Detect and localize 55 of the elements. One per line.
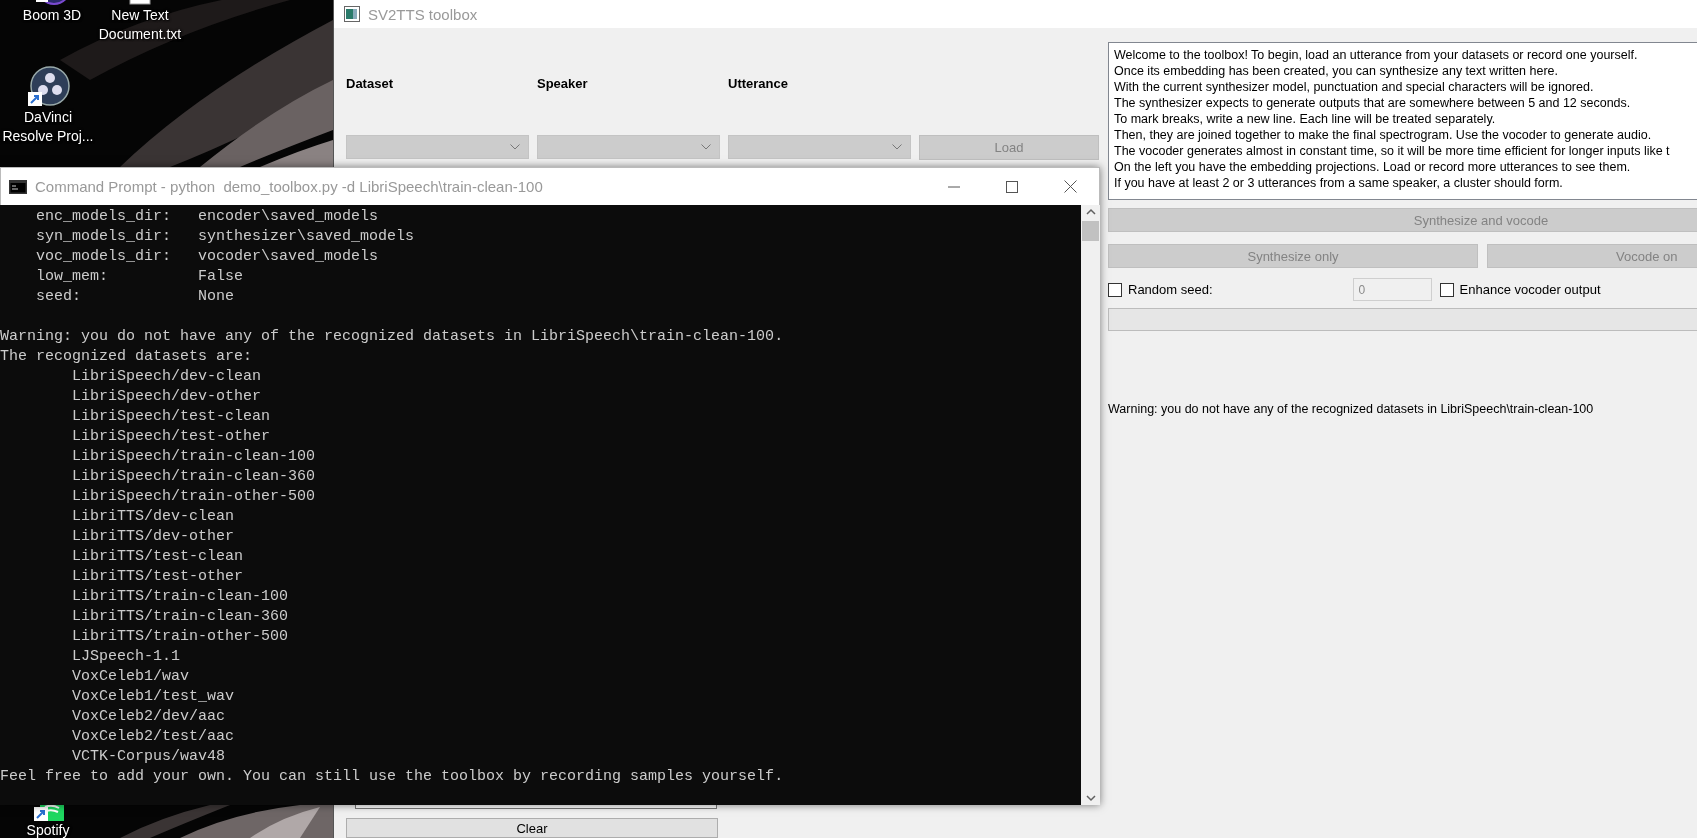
console-text: low_mem: [36,268,108,285]
window-title: Command Prompt - python demo_toolbox.py -d LibriSpeech\train-clean-100 [35,178,543,195]
console-text: VoxCeleb1/wav [72,667,190,687]
console-text: False [198,267,244,287]
console-text: LibriTTS/train-other-500 [72,627,289,647]
text-line: Welcome to the toolbox! To begin, load an utterance from your datasets or record one yourself. [1114,47,1638,63]
console-text: LibriSpeech/dev-other [72,387,262,407]
text-line: The vocoder generates almost in constant time, so it will be more time efficient for longer inputs like t [1114,143,1670,159]
text-line: On the left you have the embedding projections. Load or record more utterances to see them. [1114,159,1631,175]
field-label: Dataset [346,76,393,91]
console-text: LibriTTS/train-clean-360 [72,607,289,627]
text-line: Then, they are joined together to make the final spectrogram. Use the vocoder to generate audio. [1114,127,1652,143]
clear-button[interactable]: Clear [346,818,718,838]
console-text: The recognized datasets are: [0,347,253,367]
console-text: LibriTTS/dev-clean [72,507,235,527]
field-label: Utterance [728,76,788,91]
console-text: LibriSpeech/train-other-500 [72,487,316,507]
console-text: voc_models_dir: [36,248,172,265]
console-text: None [198,287,235,307]
console-text: Warning: you do not have any of the recognized datasets in LibriSpeech\train-clean-100. [0,327,784,347]
icon-label[interactable]: DaVinci Resolve Proj... [0,108,96,146]
console-text: syn_models_dir: [36,228,172,245]
console-text: encoder\saved_models [198,207,379,227]
console-text: enc_models_dir: [36,208,172,225]
checkbox-label: Random seed: [1128,282,1213,297]
status-message: Warning: you do not have any of the recognized datasets in LibriSpeech\train-clean-100 [1108,402,1594,416]
icon-label[interactable]: New Text Document.txt [92,6,188,44]
text-line: To mark breaks, write a new line. Each line will be treated separately. [1114,111,1496,127]
console-text: LibriSpeech/test-other [72,427,271,447]
console-text: VoxCeleb1/test_wav [72,687,235,707]
console-text: LibriSpeech/test-clean [72,407,271,427]
text-line: With the current synthesizer model, punctuation and special characters will be ignored. [1114,79,1594,95]
console-text: LibriSpeech/train-clean-100 [72,447,316,467]
console-text: LibriTTS/test-clean [72,547,244,567]
console-text: vocoder\saved_models [198,247,379,267]
console-text: LJSpeech-1.1 [72,647,181,667]
window-title: SV2TTS toolbox [368,5,478,23]
icon-label[interactable]: Boom 3D [22,6,82,25]
console-text: VoxCeleb2/test/aac [72,727,235,747]
console-text: LibriTTS/dev-other [72,527,235,547]
icon-label[interactable]: Spotify [26,821,70,838]
text-line: If you have at least 2 or 3 utterances from a same speaker, a cluster should form. [1114,175,1563,191]
console-text: seed: [36,288,81,305]
console-text: LibriSpeech/dev-clean [72,367,262,387]
console-text: VoxCeleb2/dev/aac [72,707,226,727]
console-text: synthesizer\saved_models [198,227,415,247]
text-line: Once its embedding has been created, you can synthesize any text written here. [1114,63,1558,79]
console-text: Feel free to add your own. You can still use the toolbox by recording samples yourself. [0,767,784,787]
console-text: LibriSpeech/train-clean-360 [72,467,316,487]
text-line: The synthesizer expects to generate outputs that are somewhere between 5 and 12 seconds. [1114,95,1631,111]
field-label: Speaker [537,76,588,91]
checkbox-label: Enhance vocoder output [1459,282,1601,297]
console-text: VCTK-Corpus/wav48 [72,747,226,767]
console-text: LibriTTS/train-clean-100 [72,587,289,607]
console-text: LibriTTS/test-other [72,567,244,587]
